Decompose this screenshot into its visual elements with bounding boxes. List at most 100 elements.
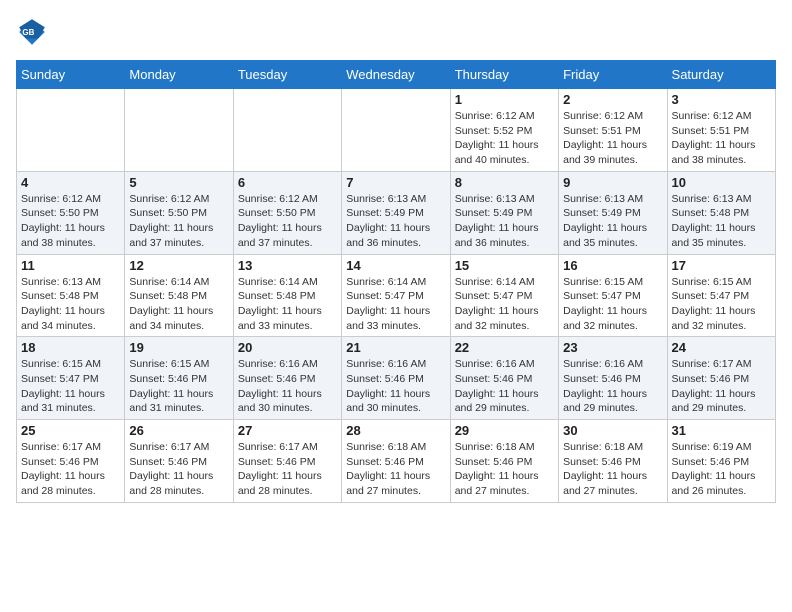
day-cell: 8 Sunrise: 6:13 AM Sunset: 5:49 PM Daylig…	[450, 171, 558, 254]
day-cell: 16Sunrise: 6:15 AM Sunset: 5:47 PM Dayli…	[559, 254, 667, 337]
day-number: 25	[21, 423, 120, 438]
day-cell: 18 Sunrise: 6:15 AM Sunset: 5:47 PM Dayli…	[17, 337, 125, 420]
day-cell	[342, 89, 450, 172]
day-cell: 28 Sunrise: 6:18 AM Sunset: 5:46 PM Dayli…	[342, 420, 450, 503]
header-day-saturday: Saturday	[667, 61, 775, 89]
svg-text:GB: GB	[22, 28, 34, 37]
day-info: Sunrise: 6:18 AM Sunset: 5:46 PM Dayligh…	[346, 440, 445, 499]
week-row-5: 25 Sunrise: 6:17 AM Sunset: 5:46 PM Dayli…	[17, 420, 776, 503]
calendar-header-row: SundayMondayTuesdayWednesdayThursdayFrid…	[17, 61, 776, 89]
day-info: Sunrise: 6:12 AM Sunset: 5:50 PM Dayligh…	[21, 192, 120, 251]
day-cell: 4 Sunrise: 6:12 AM Sunset: 5:50 PM Daylig…	[17, 171, 125, 254]
day-info: Sunrise: 6:16 AM Sunset: 5:46 PM Dayligh…	[455, 357, 554, 416]
day-number: 10	[672, 175, 771, 190]
day-info: Sunrise: 6:16 AM Sunset: 5:46 PM Dayligh…	[346, 357, 445, 416]
week-row-1: 1Sunrise: 6:12 AM Sunset: 5:52 PM Daylig…	[17, 89, 776, 172]
day-info: Sunrise: 6:18 AM Sunset: 5:46 PM Dayligh…	[563, 440, 662, 499]
day-number: 26	[129, 423, 228, 438]
day-cell: 17 Sunrise: 6:15 AM Sunset: 5:47 PM Dayli…	[667, 254, 775, 337]
day-number: 30	[563, 423, 662, 438]
day-cell: 27 Sunrise: 6:17 AM Sunset: 5:46 PM Dayli…	[233, 420, 341, 503]
day-cell: 26 Sunrise: 6:17 AM Sunset: 5:46 PM Dayli…	[125, 420, 233, 503]
day-number: 12	[129, 258, 228, 273]
day-info: Sunrise: 6:17 AM Sunset: 5:46 PM Dayligh…	[238, 440, 337, 499]
day-info: Sunrise: 6:15 AM Sunset: 5:47 PM Dayligh…	[21, 357, 120, 416]
day-number: 27	[238, 423, 337, 438]
day-number: 24	[672, 340, 771, 355]
header-day-thursday: Thursday	[450, 61, 558, 89]
page-header: GB	[16, 16, 776, 48]
day-info: Sunrise: 6:12 AM Sunset: 5:50 PM Dayligh…	[238, 192, 337, 251]
day-number: 6	[238, 175, 337, 190]
day-info: Sunrise: 6:17 AM Sunset: 5:46 PM Dayligh…	[129, 440, 228, 499]
day-info: Sunrise: 6:12 AM Sunset: 5:50 PM Dayligh…	[129, 192, 228, 251]
day-cell: 6 Sunrise: 6:12 AM Sunset: 5:50 PM Daylig…	[233, 171, 341, 254]
day-number: 28	[346, 423, 445, 438]
day-cell: 31 Sunrise: 6:19 AM Sunset: 5:46 PM Dayli…	[667, 420, 775, 503]
day-cell: 12Sunrise: 6:14 AM Sunset: 5:48 PM Dayli…	[125, 254, 233, 337]
day-number: 23	[563, 340, 662, 355]
day-number: 29	[455, 423, 554, 438]
day-number: 20	[238, 340, 337, 355]
day-number: 13	[238, 258, 337, 273]
day-info: Sunrise: 6:13 AM Sunset: 5:48 PM Dayligh…	[672, 192, 771, 251]
day-info: Sunrise: 6:17 AM Sunset: 5:46 PM Dayligh…	[21, 440, 120, 499]
day-cell: 24 Sunrise: 6:17 AM Sunset: 5:46 PM Dayli…	[667, 337, 775, 420]
day-cell: 7Sunrise: 6:13 AM Sunset: 5:49 PM Daylig…	[342, 171, 450, 254]
day-cell: 30 Sunrise: 6:18 AM Sunset: 5:46 PM Dayli…	[559, 420, 667, 503]
day-cell: 1Sunrise: 6:12 AM Sunset: 5:52 PM Daylig…	[450, 89, 558, 172]
header-day-tuesday: Tuesday	[233, 61, 341, 89]
day-cell: 22Sunrise: 6:16 AM Sunset: 5:46 PM Dayli…	[450, 337, 558, 420]
day-number: 21	[346, 340, 445, 355]
header-day-monday: Monday	[125, 61, 233, 89]
day-cell: 29 Sunrise: 6:18 AM Sunset: 5:46 PM Dayli…	[450, 420, 558, 503]
day-cell	[125, 89, 233, 172]
day-number: 7	[346, 175, 445, 190]
day-cell: 11Sunrise: 6:13 AM Sunset: 5:48 PM Dayli…	[17, 254, 125, 337]
day-cell	[17, 89, 125, 172]
logo-icon: GB	[16, 16, 48, 48]
logo: GB	[16, 16, 52, 48]
day-number: 4	[21, 175, 120, 190]
day-info: Sunrise: 6:15 AM Sunset: 5:47 PM Dayligh…	[672, 275, 771, 334]
day-info: Sunrise: 6:19 AM Sunset: 5:46 PM Dayligh…	[672, 440, 771, 499]
day-cell: 23 Sunrise: 6:16 AM Sunset: 5:46 PM Dayli…	[559, 337, 667, 420]
day-info: Sunrise: 6:12 AM Sunset: 5:51 PM Dayligh…	[672, 109, 771, 168]
day-cell: 20 Sunrise: 6:16 AM Sunset: 5:46 PM Dayli…	[233, 337, 341, 420]
day-cell: 15 Sunrise: 6:14 AM Sunset: 5:47 PM Dayli…	[450, 254, 558, 337]
day-info: Sunrise: 6:15 AM Sunset: 5:46 PM Dayligh…	[129, 357, 228, 416]
day-cell: 9Sunrise: 6:13 AM Sunset: 5:49 PM Daylig…	[559, 171, 667, 254]
day-number: 14	[346, 258, 445, 273]
day-cell: 19 Sunrise: 6:15 AM Sunset: 5:46 PM Dayli…	[125, 337, 233, 420]
day-number: 18	[21, 340, 120, 355]
day-cell: 10 Sunrise: 6:13 AM Sunset: 5:48 PM Dayli…	[667, 171, 775, 254]
day-cell: 25 Sunrise: 6:17 AM Sunset: 5:46 PM Dayli…	[17, 420, 125, 503]
day-number: 19	[129, 340, 228, 355]
day-info: Sunrise: 6:15 AM Sunset: 5:47 PM Dayligh…	[563, 275, 662, 334]
day-number: 31	[672, 423, 771, 438]
day-info: Sunrise: 6:13 AM Sunset: 5:49 PM Dayligh…	[455, 192, 554, 251]
day-info: Sunrise: 6:12 AM Sunset: 5:51 PM Dayligh…	[563, 109, 662, 168]
day-info: Sunrise: 6:14 AM Sunset: 5:47 PM Dayligh…	[455, 275, 554, 334]
day-cell	[233, 89, 341, 172]
day-info: Sunrise: 6:16 AM Sunset: 5:46 PM Dayligh…	[563, 357, 662, 416]
day-number: 8	[455, 175, 554, 190]
day-info: Sunrise: 6:18 AM Sunset: 5:46 PM Dayligh…	[455, 440, 554, 499]
week-row-4: 18 Sunrise: 6:15 AM Sunset: 5:47 PM Dayli…	[17, 337, 776, 420]
day-number: 3	[672, 92, 771, 107]
day-number: 15	[455, 258, 554, 273]
day-info: Sunrise: 6:12 AM Sunset: 5:52 PM Dayligh…	[455, 109, 554, 168]
day-cell: 21 Sunrise: 6:16 AM Sunset: 5:46 PM Dayli…	[342, 337, 450, 420]
week-row-3: 11Sunrise: 6:13 AM Sunset: 5:48 PM Dayli…	[17, 254, 776, 337]
day-cell: 13Sunrise: 6:14 AM Sunset: 5:48 PM Dayli…	[233, 254, 341, 337]
day-cell: 2Sunrise: 6:12 AM Sunset: 5:51 PM Daylig…	[559, 89, 667, 172]
day-cell: 14Sunrise: 6:14 AM Sunset: 5:47 PM Dayli…	[342, 254, 450, 337]
calendar-table: SundayMondayTuesdayWednesdayThursdayFrid…	[16, 60, 776, 503]
week-row-2: 4 Sunrise: 6:12 AM Sunset: 5:50 PM Daylig…	[17, 171, 776, 254]
header-day-friday: Friday	[559, 61, 667, 89]
day-info: Sunrise: 6:17 AM Sunset: 5:46 PM Dayligh…	[672, 357, 771, 416]
day-info: Sunrise: 6:16 AM Sunset: 5:46 PM Dayligh…	[238, 357, 337, 416]
day-cell: 3 Sunrise: 6:12 AM Sunset: 5:51 PM Daylig…	[667, 89, 775, 172]
day-number: 17	[672, 258, 771, 273]
day-cell: 5Sunrise: 6:12 AM Sunset: 5:50 PM Daylig…	[125, 171, 233, 254]
